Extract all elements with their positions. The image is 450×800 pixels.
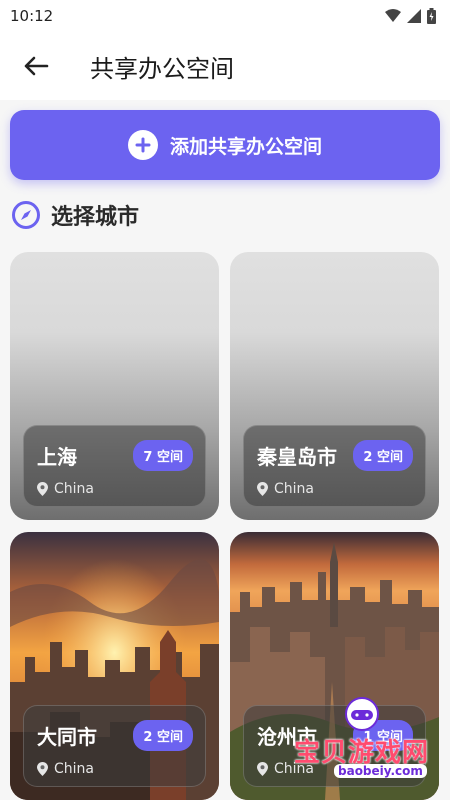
city-grid: 上海 7 空间 China 秦皇岛市 2 空间 China 大同市 2 空间 C… xyxy=(10,252,440,800)
wifi-icon xyxy=(385,9,401,22)
city-name: 大同市 xyxy=(37,725,97,749)
space-count-badge: 7 空间 xyxy=(133,440,193,471)
page-title: 共享办公空间 xyxy=(90,54,234,83)
city-card-shanghai[interactable]: 上海 7 空间 China xyxy=(10,252,219,520)
city-info-overlay: 大同市 2 空间 China xyxy=(23,705,206,787)
city-name: 秦皇岛市 xyxy=(257,445,337,469)
add-coworking-space-button[interactable]: 添加共享办公空间 xyxy=(10,110,440,180)
space-count-badge: 1 空间 xyxy=(353,720,413,751)
city-card-datong[interactable]: 大同市 2 空间 China xyxy=(10,532,219,800)
add-button-label: 添加共享办公空间 xyxy=(169,135,322,158)
city-card-qinhuangdao[interactable]: 秦皇岛市 2 空间 China xyxy=(230,252,439,520)
status-bar: 10:12 xyxy=(0,0,450,32)
arrow-left-icon xyxy=(24,56,49,76)
section-header: 选择城市 xyxy=(11,200,440,230)
city-info-overlay: 沧州市 1 空间 China xyxy=(243,705,426,787)
country-label: China xyxy=(274,761,314,777)
location-pin-icon xyxy=(37,762,48,776)
city-card-cangzhou[interactable]: 沧州市 1 空间 China xyxy=(230,532,439,800)
location-pin-icon xyxy=(37,482,48,496)
compass-icon xyxy=(12,201,40,229)
status-time: 10:12 xyxy=(10,7,54,25)
location-pin-icon xyxy=(257,762,268,776)
back-button[interactable] xyxy=(18,48,54,84)
city-name: 沧州市 xyxy=(257,725,317,749)
space-count-badge: 2 空间 xyxy=(133,720,193,751)
city-name: 上海 xyxy=(37,445,77,469)
country-label: China xyxy=(54,481,94,497)
country-label: China xyxy=(274,481,314,497)
main-content: 添加共享办公空间 选择城市 上海 7 空间 China 秦皇岛市 2 空间 Ch… xyxy=(0,100,450,800)
space-count-badge: 2 空间 xyxy=(353,440,413,471)
location-pin-icon xyxy=(257,482,268,496)
app-bar: 共享办公空间 xyxy=(0,32,450,100)
country-label: China xyxy=(54,761,94,777)
signal-icon xyxy=(407,9,421,23)
status-icons xyxy=(385,8,436,24)
city-info-overlay: 秦皇岛市 2 空间 China xyxy=(243,425,426,507)
battery-icon xyxy=(427,8,436,24)
plus-circle-icon xyxy=(127,130,158,160)
section-title: 选择城市 xyxy=(51,205,140,230)
city-info-overlay: 上海 7 空间 China xyxy=(23,425,206,507)
